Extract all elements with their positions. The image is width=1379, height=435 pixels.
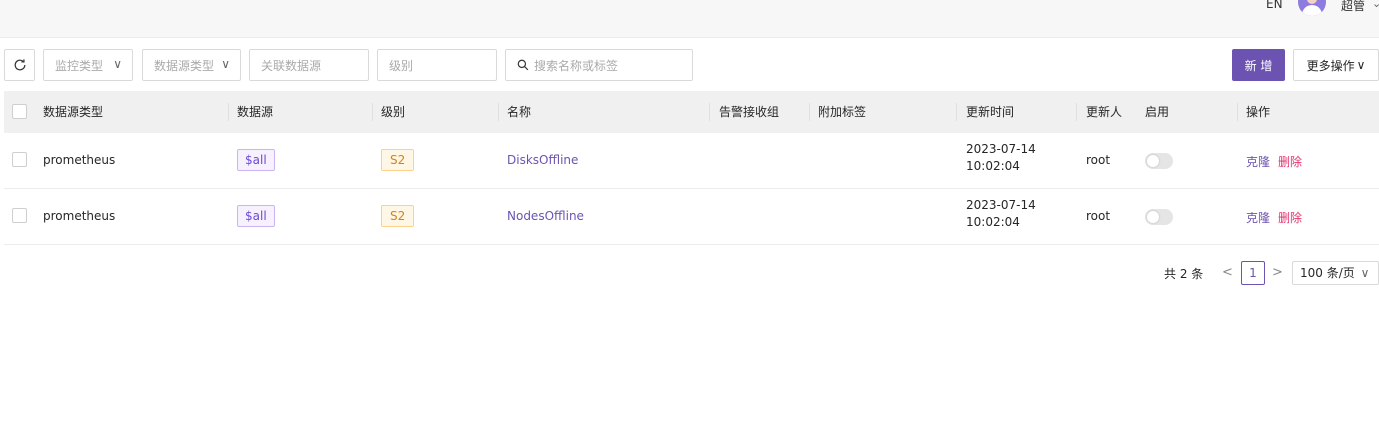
table-row: prometheus $all S2 DisksOffline 2023-07-… (4, 133, 1379, 189)
update-date: 2023-07-14 (966, 198, 1036, 212)
datasource-type-cell: prometheus (43, 209, 116, 223)
pagination-total: 共 2 条 (1164, 267, 1204, 281)
datasource-type-cell: prometheus (43, 153, 116, 167)
datasource-tag: $all (237, 149, 275, 171)
rule-name-link[interactable]: DisksOffline (507, 153, 578, 167)
search-icon (517, 59, 529, 71)
chevron-down-icon: ∨ (221, 57, 230, 71)
row-checkbox[interactable] (12, 208, 27, 223)
updated-by: root (1086, 209, 1111, 223)
clone-link[interactable]: 克隆 (1246, 209, 1270, 226)
column-header[interactable]: 级别 (381, 91, 405, 133)
chevron-right-icon[interactable]: > (1272, 265, 1283, 280)
clone-link[interactable]: 克隆 (1246, 153, 1270, 170)
search-input[interactable]: 搜索名称或标签 (505, 49, 693, 81)
more-actions-label: 更多操作 (1306, 58, 1355, 73)
column-header[interactable]: 更新人 (1086, 91, 1122, 133)
row-checkbox[interactable] (12, 152, 27, 167)
column-header[interactable]: 更新时间 (966, 91, 1014, 133)
delete-link[interactable]: 删除 (1278, 209, 1302, 226)
chevron-down-icon[interactable]: ⌄ (1372, 0, 1379, 10)
updated-by: root (1086, 153, 1111, 167)
column-header[interactable]: 名称 (507, 91, 531, 133)
chevron-down-icon: ∨ (1360, 266, 1370, 280)
table-header: 数据源类型 数据源 级别 名称 告警接收组 附加标签 更新时间 更新人 启用 操… (4, 91, 1379, 133)
column-header[interactable]: 操作 (1246, 91, 1270, 133)
avatar[interactable] (1298, 0, 1326, 16)
column-header[interactable]: 告警接收组 (719, 91, 779, 133)
column-header[interactable]: 数据源类型 (43, 91, 103, 133)
level-tag: S2 (381, 149, 415, 171)
monitor-type-select[interactable]: 监控类型 ∨ (43, 49, 133, 81)
chevron-down-icon: ∨ (113, 57, 122, 71)
search-placeholder: 搜索名称或标签 (534, 58, 619, 73)
enable-toggle[interactable] (1145, 209, 1173, 225)
update-time: 10:02:04 (966, 215, 1020, 229)
related-datasource-placeholder: 关联数据源 (261, 58, 322, 73)
related-datasource-select[interactable]: 关联数据源 (249, 49, 369, 81)
level-tag: S2 (381, 205, 415, 227)
page-size-select[interactable]: 100 条/页 ∨ (1292, 261, 1379, 285)
refresh-button[interactable] (4, 49, 35, 81)
username[interactable]: 超管 (1341, 0, 1365, 14)
select-all-checkbox[interactable] (12, 104, 27, 119)
more-actions-button[interactable]: 更多操作 ∨ (1293, 49, 1379, 81)
chevron-left-icon[interactable]: < (1222, 265, 1233, 280)
level-placeholder: 级别 (389, 58, 414, 73)
update-date: 2023-07-14 (966, 142, 1036, 156)
update-time: 10:02:04 (966, 159, 1020, 173)
refresh-icon (14, 59, 25, 71)
language-switch[interactable]: EN (1266, 0, 1283, 11)
datasource-tag: $all (237, 205, 275, 227)
column-header[interactable]: 附加标签 (818, 91, 866, 133)
column-header[interactable]: 启用 (1145, 91, 1169, 133)
table-row: prometheus $all S2 NodesOffline 2023-07-… (4, 189, 1379, 245)
page-button[interactable]: 1 (1241, 261, 1265, 285)
datasource-type-select[interactable]: 数据源类型 ∨ (142, 49, 241, 81)
add-button[interactable]: 新 增 (1232, 49, 1285, 81)
page-size-label: 100 条/页 (1300, 266, 1355, 280)
enable-toggle[interactable] (1145, 153, 1173, 169)
delete-link[interactable]: 删除 (1278, 153, 1302, 170)
column-header[interactable]: 数据源 (237, 91, 273, 133)
top-bar: EN 超管 ⌄ (0, 0, 1379, 38)
monitor-type-placeholder: 监控类型 (55, 58, 104, 73)
datasource-type-placeholder: 数据源类型 (154, 58, 215, 73)
chevron-down-icon: ∨ (1356, 58, 1366, 72)
rule-name-link[interactable]: NodesOffline (507, 209, 584, 223)
level-select[interactable]: 级别 (377, 49, 497, 81)
